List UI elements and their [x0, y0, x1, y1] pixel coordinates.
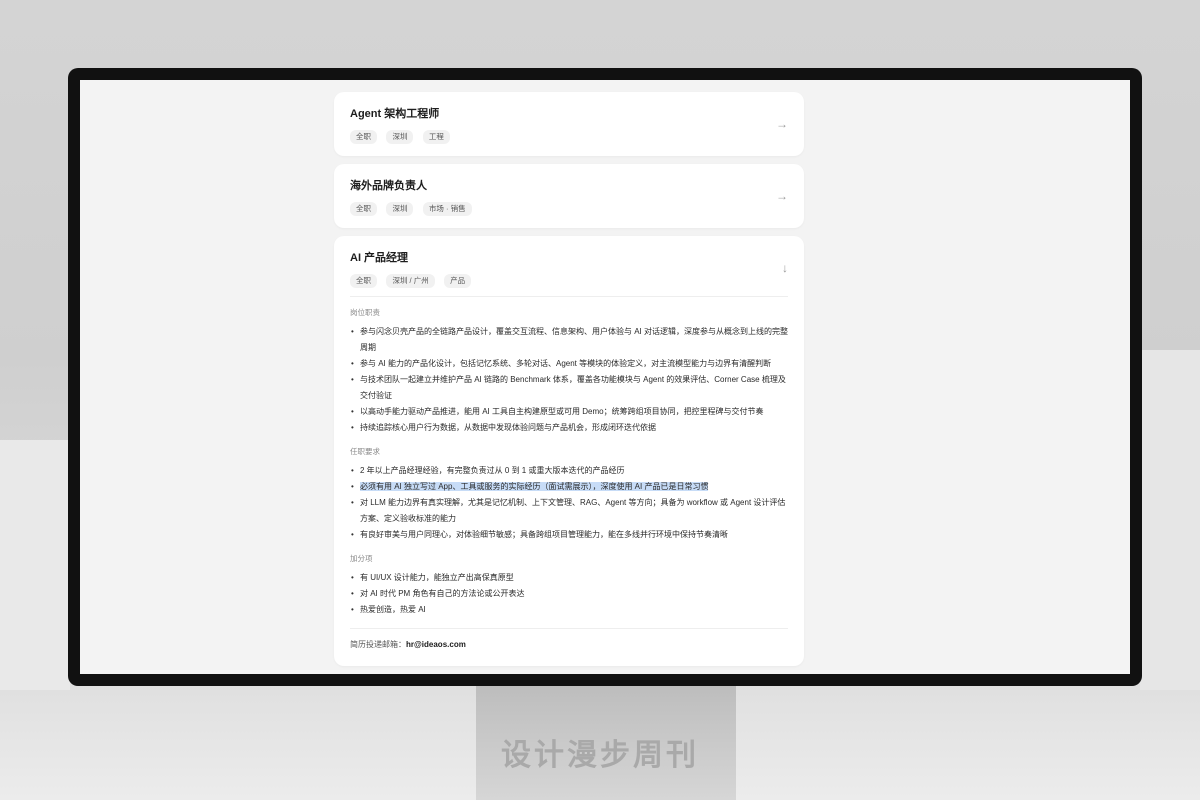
job-card-header[interactable]: 海外品牌负责人 全职 深圳 市场 · 销售 →	[350, 178, 788, 216]
tag-type: 全职	[350, 202, 377, 216]
tag-department: 市场 · 销售	[422, 202, 472, 216]
list-item: 有 UI/UX 设计能力，能独立产出高保真原型	[350, 570, 788, 586]
section-title-responsibilities: 岗位职责	[350, 308, 380, 317]
arrow-right-icon[interactable]: →	[776, 190, 788, 202]
requirements-list: 2 年以上产品经理经验，有完整负责过从 0 到 1 或重大版本迭代的产品经历 必…	[350, 463, 788, 543]
watermark: 设计漫步周刊	[501, 739, 699, 772]
divider	[350, 296, 788, 297]
list-item: 与技术团队一起建立并维护产品 AI 链路的 Benchmark 体系，覆盖各功能…	[350, 372, 788, 404]
list-item: 参与 AI 能力的产品化设计，包括记忆系统、多轮对话、Agent 等模块的体验定…	[350, 356, 788, 372]
job-tags: 全职 深圳 市场 · 销售	[350, 198, 788, 216]
list-item: 以高动手能力驱动产品推进，能用 AI 工具自主构建原型或可用 Demo；统筹跨组…	[350, 404, 788, 420]
tag-type: 全职	[350, 130, 377, 144]
tag-department: 工程	[422, 130, 450, 144]
list-item: 对 LLM 能力边界有真实理解，尤其是记忆机制、上下文管理、RAG、Agent …	[350, 495, 788, 527]
tag-department: 产品	[444, 274, 472, 288]
responsibilities-list: 参与闪念贝壳产品的全链路产品设计，覆盖交互流程、信息架构、用户体验与 AI 对话…	[350, 324, 788, 436]
selected-text: 必须有用 AI 独立写过 App、工具或服务的实际经历（面试需展示），深度使用 …	[360, 482, 709, 491]
job-title: 海外品牌负责人	[350, 180, 427, 192]
job-tags: 全职 深圳 / 广州 产品	[350, 270, 788, 288]
tag-location: 深圳	[386, 130, 414, 144]
job-card-agent-architect[interactable]: Agent 架构工程师 全职 深圳 工程 →	[334, 92, 804, 156]
list-item: 2 年以上产品经理经验，有完整负责过从 0 到 1 或重大版本迭代的产品经历	[350, 463, 788, 479]
job-card-header[interactable]: Agent 架构工程师 全职 深圳 工程 →	[350, 106, 788, 144]
job-card-overseas-brand[interactable]: 海外品牌负责人 全职 深圳 市场 · 销售 →	[334, 164, 804, 228]
list-item: 对 AI 时代 PM 角色有自己的方法论或公开表达	[350, 586, 788, 602]
screen: Agent 架构工程师 全职 深圳 工程 → 海外品牌负责人 全职 深圳 市场 …	[80, 80, 1130, 674]
tag-location: 深圳	[386, 202, 414, 216]
job-card-ai-product-manager: AI 产品经理 全职 深圳 / 广州 产品 ↓ 岗位职责 参与闪念贝壳产品的全链…	[334, 236, 804, 666]
list-item: 热爱创造，热爱 AI	[350, 602, 788, 618]
list-item: 参与闪念贝壳产品的全链路产品设计，覆盖交互流程、信息架构、用户体验与 AI 对话…	[350, 324, 788, 356]
job-title: Agent 架构工程师	[350, 108, 440, 120]
email-link[interactable]: hr@ideaos.com	[406, 640, 466, 649]
arrow-right-icon[interactable]: →	[776, 118, 788, 130]
tag-location: 深圳 / 广州	[386, 274, 435, 288]
list-item: 持续追踪核心用户行为数据，从数据中发现体验问题与产品机会，形成闭环迭代依据	[350, 420, 788, 436]
job-card-header[interactable]: AI 产品经理 全职 深圳 / 广州 产品 ↓	[350, 250, 788, 288]
tag-type: 全职	[350, 274, 377, 288]
list-item-highlighted: 必须有用 AI 独立写过 App、工具或服务的实际经历（面试需展示），深度使用 …	[350, 479, 788, 495]
bonus-list: 有 UI/UX 设计能力，能独立产出高保真原型 对 AI 时代 PM 角色有自己…	[350, 570, 788, 618]
job-title: AI 产品经理	[350, 252, 409, 264]
resume-email-row: 简历投递邮箱：hr@ideaos.com	[350, 628, 788, 650]
arrow-down-icon[interactable]: ↓	[782, 262, 788, 274]
section-title-requirements: 任职要求	[350, 447, 380, 456]
job-list: Agent 架构工程师 全职 深圳 工程 → 海外品牌负责人 全职 深圳 市场 …	[334, 92, 804, 674]
email-label: 简历投递邮箱：	[350, 640, 406, 649]
section-title-bonus: 加分项	[350, 554, 373, 563]
list-item: 有良好审美与用户同理心，对体验细节敏感；具备跨组项目管理能力，能在多线并行环境中…	[350, 527, 788, 543]
job-tags: 全职 深圳 工程	[350, 126, 788, 144]
